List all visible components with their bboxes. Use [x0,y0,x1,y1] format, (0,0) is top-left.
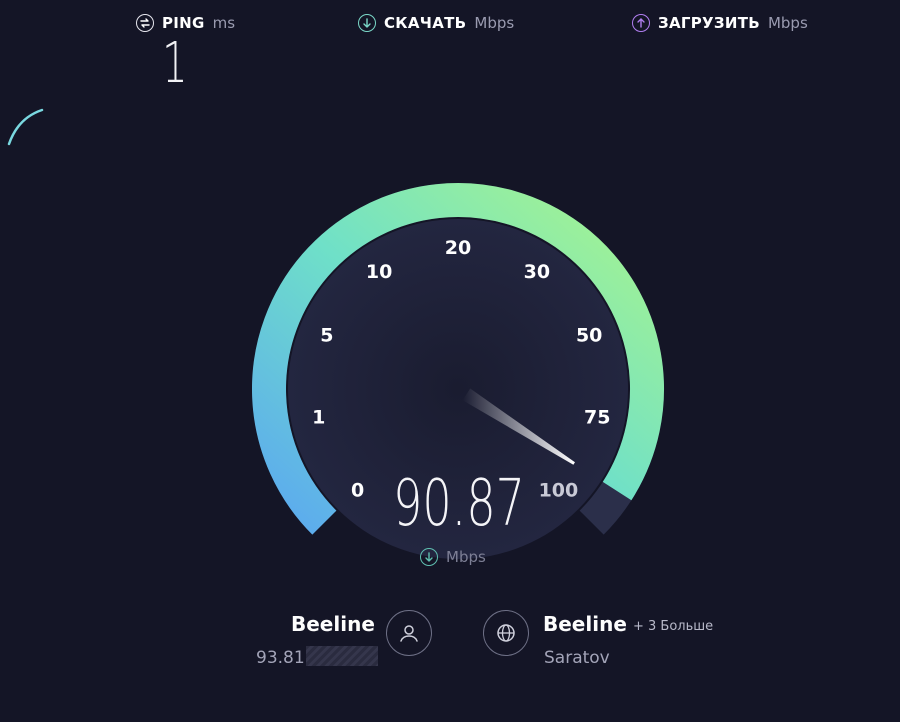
download-arrow-icon [420,548,438,566]
speed-value: 90.87 [393,467,525,541]
client-ip: 93.81. [256,648,311,668]
gauge-tick-label: 50 [576,325,602,347]
gauge-tick-label: 30 [524,261,550,283]
gauge-tick-label: 20 [445,237,471,259]
speed-unit-label: Mbps [446,548,486,566]
gauge-tick-label: 1 [312,407,325,429]
server-provider: Beeline [543,612,627,636]
globe-icon[interactable] [483,610,529,656]
gauge-tick-label: 75 [584,407,610,429]
more-servers-link[interactable]: + 3 Больше [633,619,713,634]
gauge-tick-label: 5 [320,325,333,347]
server-city: Saratov [544,648,610,668]
speed-gauge: 0151020305075100 [252,183,664,559]
client-provider: Beeline [291,612,375,636]
gauge-tick-label: 10 [366,261,392,283]
ip-redaction [306,646,378,666]
user-icon[interactable] [386,610,432,656]
speed-unit: Mbps [420,548,486,566]
